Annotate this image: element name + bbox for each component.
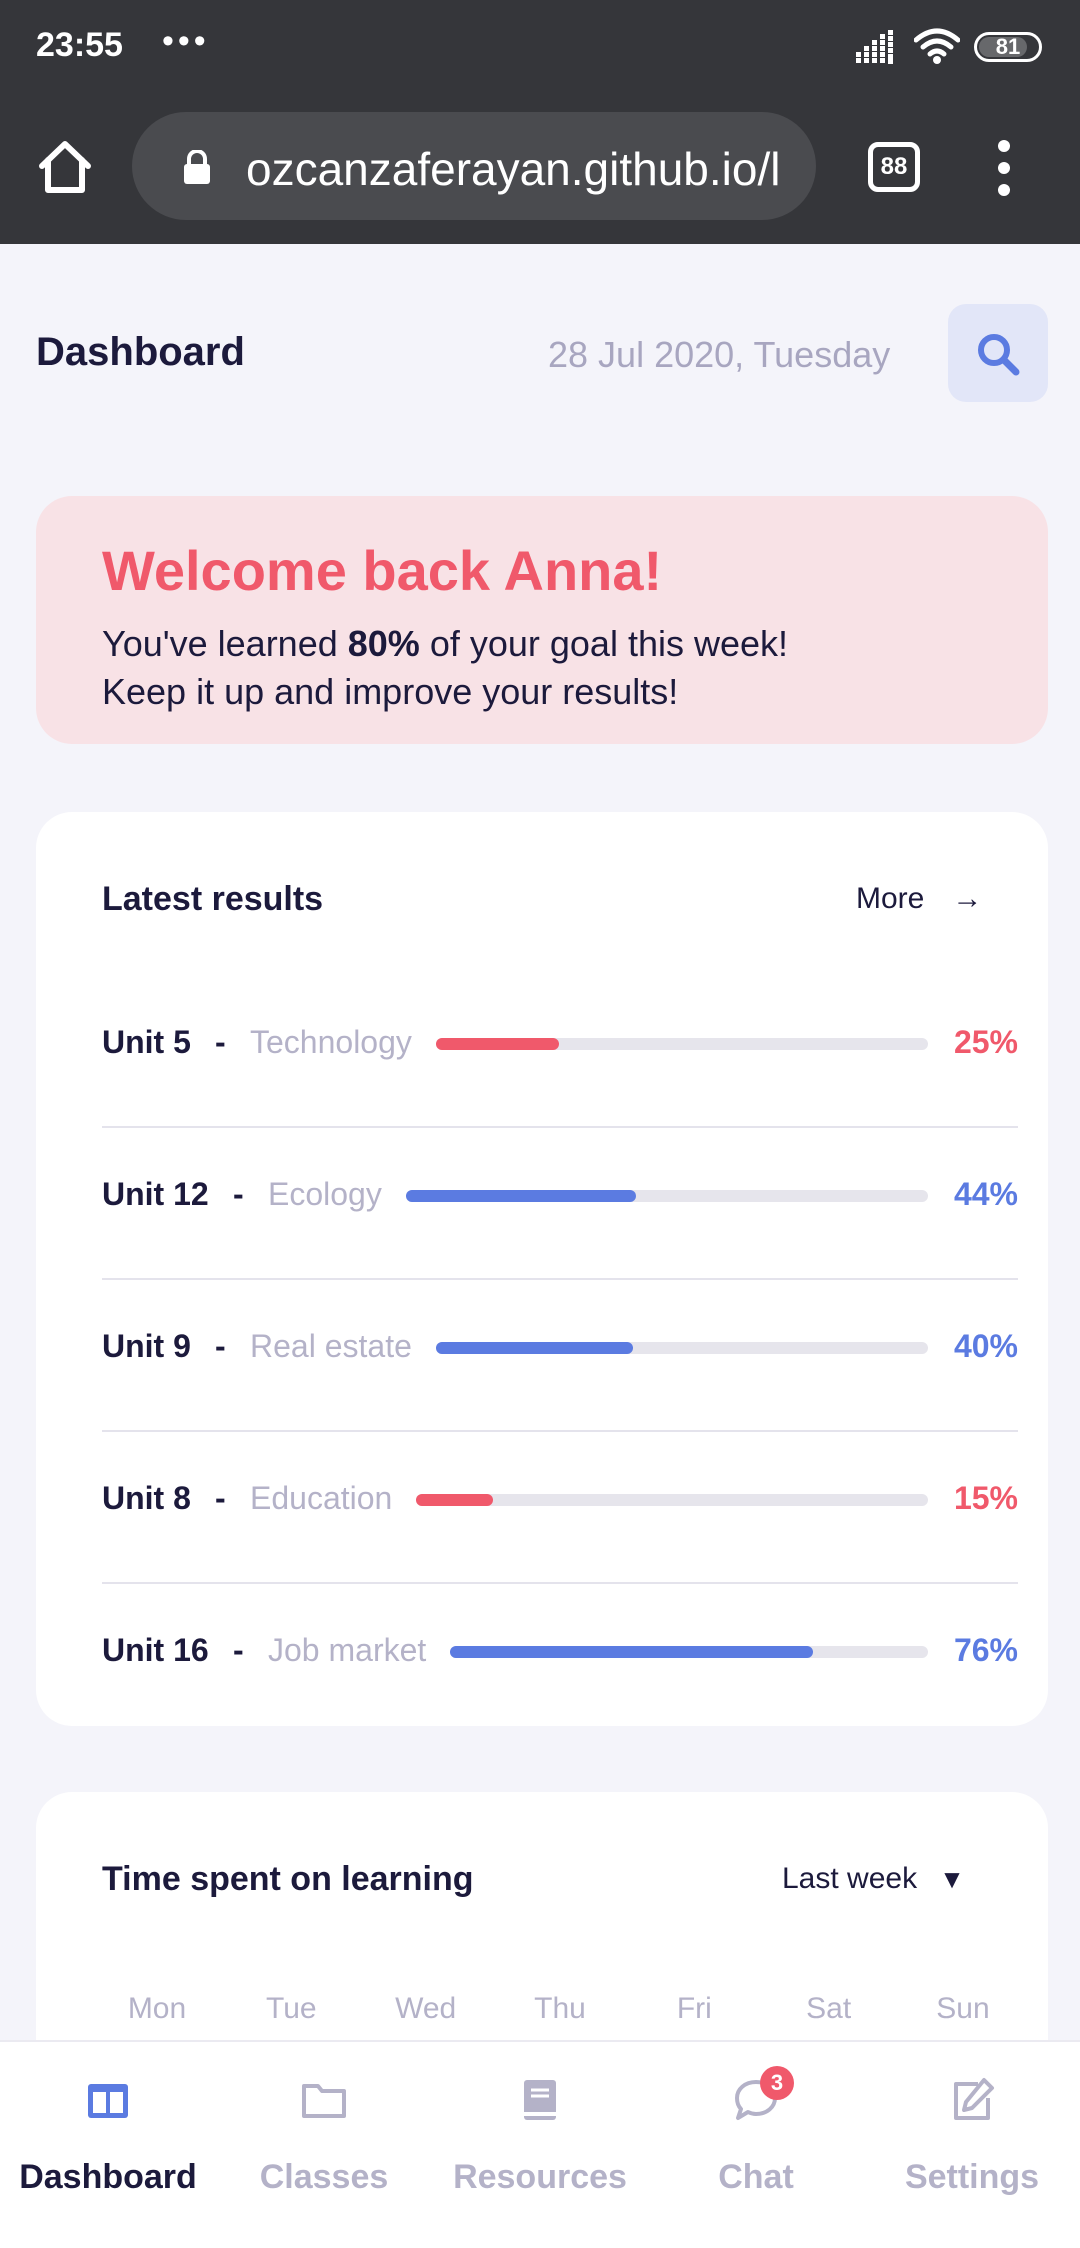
nav-label: Resources — [453, 2158, 627, 2196]
unit-separator: - — [215, 1328, 226, 1364]
percent-label: 44% — [953, 1176, 1018, 1212]
chat-icon-wrap: 3 — [732, 2066, 794, 2124]
progress-fill — [450, 1646, 814, 1658]
url-bar[interactable]: ozcanzaferayan.github.io/l — [132, 112, 816, 220]
subject-label: Technology — [250, 1024, 412, 1060]
welcome-message: You've learned 80% of your goal this wee… — [102, 620, 788, 716]
browser-menu-icon[interactable] — [994, 140, 1014, 200]
nav-dashboard[interactable]: Dashboard — [0, 2042, 216, 2248]
percent-label: 76% — [953, 1632, 1018, 1668]
book-icon — [524, 2080, 556, 2120]
battery-level: 81 — [995, 34, 1021, 59]
nav-label: Settings — [904, 2158, 1040, 2196]
url-text[interactable]: ozcanzaferayan.github.io/l — [246, 142, 802, 196]
unit-separator: - — [233, 1176, 244, 1212]
progress-fill — [436, 1038, 559, 1050]
day-label: Sat — [806, 1992, 852, 2025]
nav-settings[interactable]: Settings — [864, 2042, 1080, 2248]
subject-label: Real estate — [250, 1328, 412, 1364]
folder-icon — [302, 2084, 346, 2118]
progress-bar — [450, 1646, 928, 1658]
nav-label: Classes — [259, 2158, 389, 2196]
unit-separator: - — [215, 1024, 226, 1060]
progress-fill — [416, 1494, 493, 1506]
day-label: Tue — [266, 1992, 317, 2025]
tab-switcher-button[interactable]: 88 — [868, 142, 920, 192]
progress-bar — [436, 1342, 928, 1354]
nav-label: Chat — [718, 2158, 794, 2196]
subject-label: Job market — [268, 1632, 427, 1668]
battery-icon: 81 — [974, 32, 1042, 62]
browser-chrome: 23:55 ••• 81 ozcanzaferayan.github.io/l — [0, 0, 1080, 244]
unit-separator: - — [233, 1632, 244, 1668]
lock-icon — [184, 150, 210, 184]
nav-resources[interactable]: Resources — [432, 2042, 648, 2248]
latest-results-title: Latest results — [102, 880, 324, 918]
unit-label: Unit 5 — [102, 1024, 191, 1060]
progress-bar — [416, 1494, 928, 1506]
home-icon[interactable] — [36, 138, 94, 194]
result-row[interactable]: Unit 16- Job market 76% — [102, 1584, 1018, 1736]
welcome-card: Welcome back Anna! You've learned 80% of… — [36, 496, 1048, 744]
bottom-nav: Dashboard Classes Resources 3 Chat Setti… — [0, 2040, 1080, 2248]
unit-label: Unit 16 — [102, 1632, 209, 1668]
result-row[interactable]: Unit 9- Real estate 40% — [102, 1280, 1018, 1432]
time-spent-title: Time spent on learning — [102, 1860, 474, 1898]
edit-icon — [954, 2078, 994, 2120]
day-label: Thu — [534, 1992, 586, 2025]
period-value: Last week — [782, 1862, 918, 1895]
wifi-icon — [914, 28, 960, 64]
unit-label: Unit 8 — [102, 1480, 191, 1516]
latest-results-card: Latest results More → Unit 5- Technology 25… — [36, 812, 1048, 1726]
percent-label: 40% — [953, 1328, 1018, 1364]
goal-percent: 80% — [347, 623, 420, 664]
subject-label: Education — [250, 1480, 393, 1516]
page-title: Dashboard — [36, 330, 245, 374]
signal-icon — [856, 30, 893, 64]
percent-label: 25% — [953, 1024, 1018, 1060]
welcome-title: Welcome back Anna! — [102, 539, 663, 602]
unit-separator: - — [215, 1480, 226, 1516]
day-label: Mon — [127, 1992, 187, 2025]
arrow-right-icon: → — [952, 882, 983, 915]
day-label: Wed — [395, 1992, 457, 2025]
nav-chat[interactable]: 3 Chat — [648, 2042, 864, 2248]
search-icon — [978, 334, 1020, 376]
search-button[interactable] — [948, 304, 1048, 402]
nav-classes[interactable]: Classes — [216, 2042, 432, 2248]
chat-badge: 3 — [760, 2066, 794, 2100]
day-label: Sun — [936, 1992, 990, 2025]
more-label: More — [856, 882, 925, 915]
nav-label: Dashboard — [19, 2158, 197, 2196]
result-row[interactable]: Unit 12- Ecology 44% — [102, 1128, 1018, 1280]
welcome-line2: Keep it up and improve your results! — [102, 671, 679, 712]
current-date: 28 Jul 2020, Tuesday — [548, 334, 891, 375]
welcome-line1-suffix: of your goal this week! — [419, 623, 789, 664]
caret-down-icon: ▼ — [939, 1864, 965, 1894]
unit-label: Unit 9 — [102, 1328, 191, 1364]
progress-fill — [436, 1342, 633, 1354]
more-link[interactable]: More → — [856, 882, 982, 916]
period-dropdown[interactable]: Last week ▼ — [782, 1862, 965, 1896]
result-row[interactable]: Unit 8- Education 15% — [102, 1432, 1018, 1584]
progress-fill — [406, 1190, 636, 1202]
unit-label: Unit 12 — [102, 1176, 209, 1212]
status-bar: 23:55 ••• 81 — [0, 0, 1080, 96]
progress-bar — [406, 1190, 928, 1202]
subject-label: Ecology — [268, 1176, 382, 1212]
status-time: 23:55 — [36, 26, 123, 64]
dashboard-icon — [88, 2084, 128, 2118]
progress-bar — [436, 1038, 928, 1050]
day-label: Fri — [676, 1992, 712, 2025]
result-row[interactable]: Unit 5- Technology 25% — [102, 976, 1018, 1128]
percent-label: 15% — [953, 1480, 1018, 1516]
welcome-line1-prefix: You've learned — [102, 623, 348, 664]
more-notifications-icon: ••• — [162, 22, 210, 60]
weekday-labels: Mon Tue Wed Thu Fri Sat Sun — [102, 1992, 1018, 2026]
